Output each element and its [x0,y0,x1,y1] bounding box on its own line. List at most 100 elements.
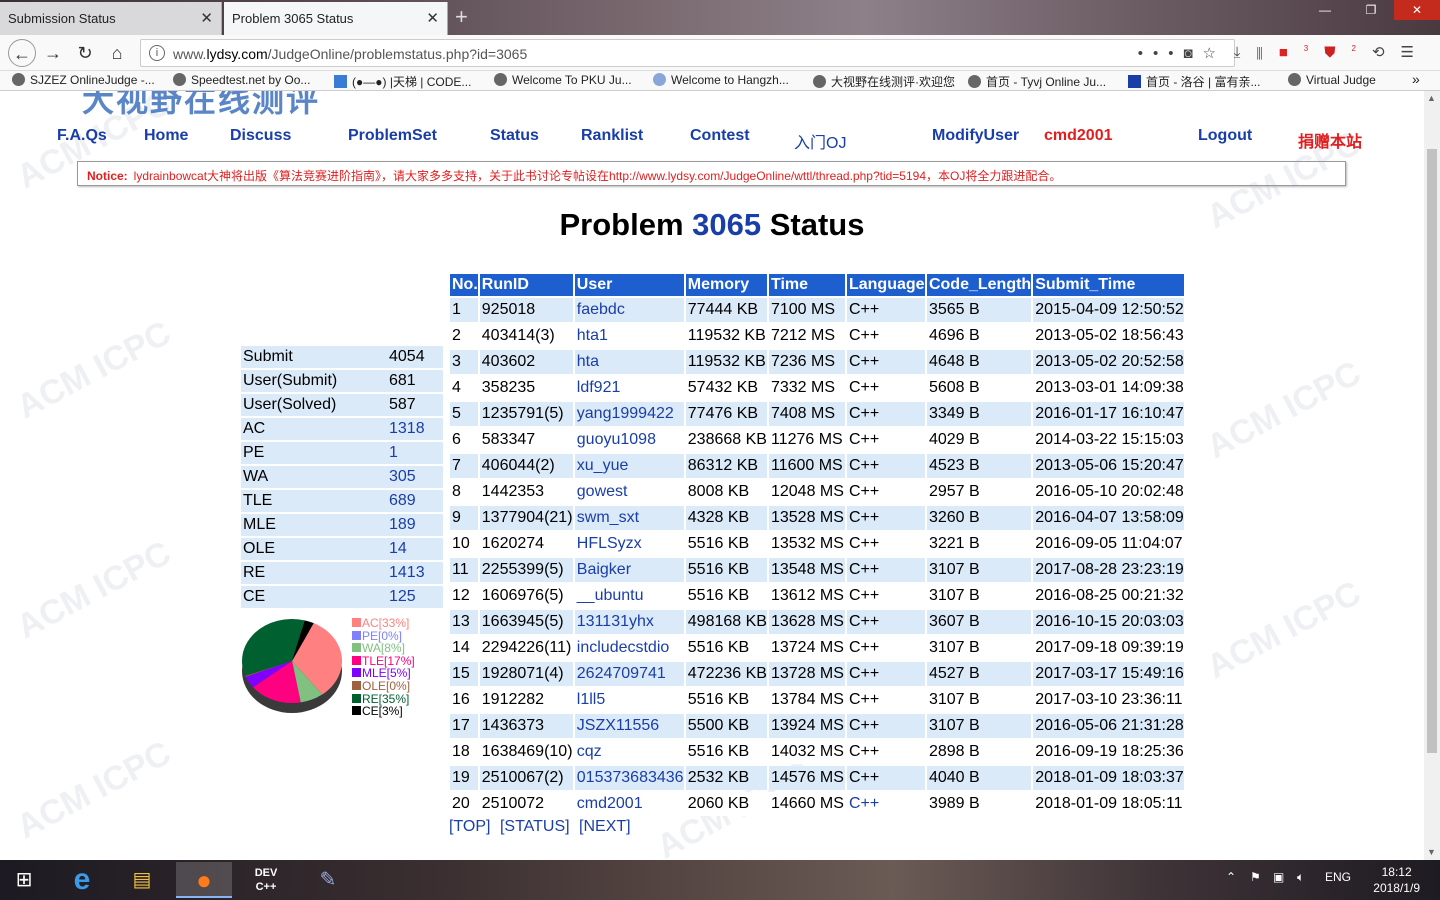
scroll-up-icon[interactable]: ▲ [1427,93,1436,103]
menu-problemset[interactable]: ProblemSet [348,127,437,145]
user-link[interactable]: 015373683436 [577,769,684,786]
column-header[interactable]: Submit_Time [1033,274,1186,296]
user-link[interactable]: __ubuntu [577,587,644,604]
menu-intro-oj[interactable]: 入门OJ [794,129,846,153]
ie-icon[interactable]: e [54,862,110,898]
user-link[interactable]: hta1 [577,327,608,344]
user-link[interactable]: yang1999422 [577,405,674,422]
firefox-icon[interactable]: ● [176,862,232,898]
column-header[interactable]: No. [450,274,480,296]
minimize-icon[interactable]: — [1302,0,1348,20]
user-link[interactable]: 2624709741 [577,665,666,682]
user-link[interactable]: xu_yue [577,457,629,474]
pager-status-link[interactable]: [STATUS] [500,818,570,835]
bookmark-item[interactable]: SJZEZ OnlineJudge -... [12,73,155,87]
user-link[interactable]: cmd2001 [577,795,643,812]
stats-value-link[interactable]: 14 [389,540,407,557]
history-icon[interactable]: ⟲ [1372,44,1401,61]
column-header[interactable]: Language [846,274,927,296]
menu-contest[interactable]: Contest [690,127,750,145]
paint-icon[interactable]: ✎ [300,862,356,898]
user-link[interactable]: includecstdio [577,639,670,656]
back-icon[interactable]: ← [8,39,36,67]
window-close-icon[interactable]: ✕ [1394,0,1440,20]
stats-value-link[interactable]: 125 [389,588,416,605]
user-link[interactable]: ldf921 [577,379,621,396]
windows-start-icon[interactable]: ⊞ [0,862,48,898]
user-link[interactable]: guoyu1098 [577,431,656,448]
pager-top-link[interactable]: [TOP] [449,818,491,835]
column-header[interactable]: User [574,274,686,296]
url-text[interactable]: www.lydsy.com/JudgeOnline/problemstatus.… [173,46,527,62]
stats-value-link[interactable]: 1 [389,444,398,461]
close-tab-icon[interactable]: ✕ [200,9,213,27]
new-tab-icon[interactable]: + [455,4,468,30]
download-icon[interactable]: ⤓ [1234,44,1257,61]
pager-next-link[interactable]: [NEXT] [579,818,631,835]
input-language[interactable]: ENG [1325,870,1351,884]
extension-icon[interactable]: ■3 [1279,44,1325,61]
clock[interactable]: 18:12 2018/1/9 [1373,864,1420,896]
menu-faq[interactable]: F.A.Qs [57,127,107,145]
tab-submission-status[interactable]: Submission Status ✕ [0,2,222,35]
close-tab-icon[interactable]: ✕ [426,9,439,27]
forward-icon[interactable]: → [39,39,67,67]
site-info-icon[interactable]: i [149,45,165,61]
menu-home[interactable]: Home [144,127,188,145]
bookmark-item[interactable]: 首页 - Tyvj Online Ju... [968,73,1106,90]
column-header[interactable]: RunID [479,274,575,296]
page-actions-icon[interactable]: ••• [1138,45,1184,62]
bookmark-item[interactable]: Welcome to Hangzh... [653,73,789,87]
bookmark-item[interactable]: Welcome To PKU Ju... [494,73,632,87]
user-link[interactable]: gowest [577,483,628,500]
menu-status[interactable]: Status [490,127,539,145]
menu-discuss[interactable]: Discuss [230,127,291,145]
user-link[interactable]: hta [577,353,599,370]
user-link[interactable]: Baigker [577,561,631,578]
tray-expand-icon[interactable]: ⌃ [1226,870,1236,884]
page-scrollbar[interactable]: ▲ ▼ [1424,91,1440,860]
restore-icon[interactable]: ❐ [1348,0,1394,20]
action-flag-icon[interactable]: ⚑ [1250,870,1261,884]
home-icon[interactable]: ⌂ [103,39,131,67]
bookmark-item[interactable]: Virtual Judge [1288,73,1376,87]
bookmarks-overflow-icon[interactable]: » [1412,71,1420,87]
column-header[interactable]: Memory [685,274,769,296]
library-icon[interactable]: ⫴ [1256,44,1278,61]
stats-value-link[interactable]: 1318 [389,420,425,437]
user-link[interactable]: faebdc [577,301,625,318]
adblock-icon[interactable]: ⛊2 [1324,44,1372,61]
menu-logout[interactable]: Logout [1198,127,1252,145]
user-link[interactable]: swm_sxt [577,509,639,526]
bookmark-item[interactable]: 首页 - 洛谷 | 富有亲... [1128,73,1260,90]
menu-icon[interactable]: ☰ [1401,44,1430,61]
bookmark-item[interactable]: Speedtest.net by Oo... [173,73,310,87]
url-bar[interactable]: i www.lydsy.com/JudgeOnline/problemstatu… [140,39,1235,67]
stats-value-link[interactable]: 689 [389,492,416,509]
user-link[interactable]: JSZX11556 [577,717,659,734]
stats-value-link[interactable]: 189 [389,516,416,533]
column-header[interactable]: Time [768,274,847,296]
menu-modify-user[interactable]: ModifyUser [932,127,1019,145]
bookmark-star-icon[interactable]: ☆ [1203,45,1226,62]
network-icon[interactable]: ▣ [1273,870,1284,884]
stats-value-link[interactable]: 305 [389,468,416,485]
pocket-icon[interactable]: ◙ [1183,45,1202,62]
bookmark-item[interactable]: (●—●) |天梯 | CODE... [334,73,471,90]
menu-ranklist[interactable]: Ranklist [581,127,643,145]
scroll-down-icon[interactable]: ▼ [1427,847,1436,857]
menu-donate[interactable]: 捐赠本站 [1298,128,1362,152]
column-header[interactable]: Code_Length [926,274,1034,296]
dev-cpp-icon[interactable]: DEV C++ [238,862,294,898]
bookmark-item[interactable]: 大视野在线测评·欢迎您 [813,73,955,90]
user-link[interactable]: cqz [577,743,602,760]
menu-username[interactable]: cmd2001 [1044,127,1113,145]
user-link[interactable]: l1ll5 [577,691,605,708]
file-explorer-icon[interactable]: ▤ [114,862,170,898]
stats-value-link[interactable]: 1413 [389,564,425,581]
user-link[interactable]: HFLSyzx [577,535,642,552]
tab-problem-status[interactable]: Problem 3065 Status ✕ [224,2,448,35]
reload-icon[interactable]: ↻ [71,39,99,67]
site-logo[interactable]: 大视野在线测评 [82,91,320,121]
user-link[interactable]: 131131yhx [577,613,654,630]
